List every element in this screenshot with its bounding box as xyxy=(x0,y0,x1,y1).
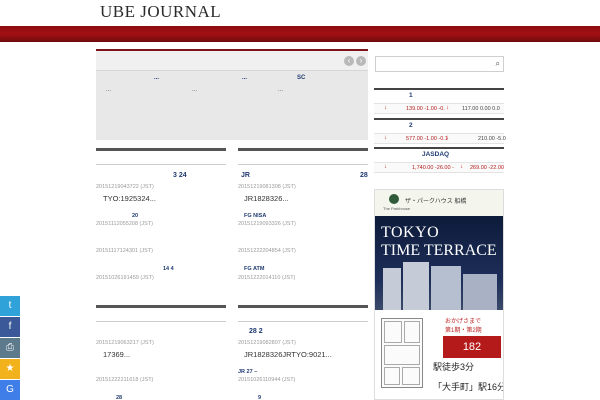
search-input[interactable]: ⌕ xyxy=(375,56,504,72)
article-title[interactable]: 9 xyxy=(258,395,261,400)
section-divider xyxy=(238,321,368,322)
ad-header: ザ・パークハウス 船橋 The Parkhouse xyxy=(375,190,503,216)
article-excerpt: JR1828326... xyxy=(244,194,289,203)
featured-slider[interactable]: ‹ › ... ... ... ... SC ... xyxy=(96,49,368,140)
advertisement-banner[interactable]: ザ・パークハウス 船橋 The Parkhouse TOKYO TIME TER… xyxy=(374,189,504,400)
article-title[interactable]: JR xyxy=(241,172,250,179)
article-date: 20151026110944 (JST) xyxy=(238,377,296,383)
down-arrow-icon: ↓ xyxy=(384,164,387,170)
ad-badge: おかげさまで xyxy=(445,319,482,325)
ad-walk-time: 駅徒歩3分 xyxy=(433,362,475,372)
article-date: 20151117124301 (JST) xyxy=(96,248,153,254)
market-row: ↓ 577.00 -1.00 -0.1 ↓ 210.00 -5.0 xyxy=(374,133,506,144)
article-date: 20151112055208 (JST) xyxy=(96,221,153,227)
brand-logo-icon xyxy=(389,194,399,204)
building-shape xyxy=(463,274,497,310)
header-band xyxy=(0,26,600,42)
article-excerpt: 17369... xyxy=(103,350,131,359)
market-rule xyxy=(374,147,504,149)
section-divider xyxy=(238,164,368,165)
ad-price: 182 xyxy=(443,336,501,358)
ad-brand: ザ・パークハウス 船橋 xyxy=(405,199,467,205)
floor-plan-image xyxy=(381,318,423,388)
market-value: 577.00 -1.00 -0.1 xyxy=(406,136,448,142)
slider-item-title[interactable]: SC xyxy=(297,75,305,81)
article-title[interactable]: 20 xyxy=(132,213,138,219)
market-value: 117.00 0.00 0.0 xyxy=(462,106,500,112)
market-rule xyxy=(374,118,504,120)
ad-brand-sub: The Parkhouse xyxy=(383,206,411,211)
slider-item-sub: ... xyxy=(278,87,284,93)
slider-next-button[interactable]: › xyxy=(356,56,366,66)
article-title-number[interactable]: 28 xyxy=(360,172,368,179)
ad-badge-2: 第1期・第2期 xyxy=(445,328,482,334)
building-shape xyxy=(383,268,401,310)
section-rule xyxy=(238,305,368,308)
market-row: ↓ 1,740.00 -26.00 - ↓ 269.00 -22.00 xyxy=(374,162,504,173)
down-arrow-icon: ↓ xyxy=(446,135,449,141)
google-icon[interactable]: G xyxy=(0,380,20,400)
ad-hero-image: TOKYO TIME TERRACE xyxy=(375,216,503,310)
article-date: 20151026191459 (JST) xyxy=(96,275,154,281)
ad-details: おかげさまで 第1期・第2期 182 駅徒歩3分 「大手町」駅16分 xyxy=(375,310,504,399)
slider-item-title[interactable]: ... xyxy=(154,75,159,81)
article-title[interactable]: 14 4 xyxy=(163,266,174,272)
down-arrow-icon: ↓ xyxy=(446,105,449,111)
article-date: 20151219093326 (JST) xyxy=(238,221,296,227)
market-rule xyxy=(374,88,504,90)
print-icon[interactable]: ⎙ xyxy=(0,338,20,358)
article-date: 20151219082807 (JST) xyxy=(238,340,296,346)
article-title[interactable]: 28 2 xyxy=(249,328,263,335)
section-divider xyxy=(96,321,226,322)
slider-item-sub: ... xyxy=(106,87,112,93)
ad-commute-time: 「大手町」駅16分 xyxy=(433,382,504,392)
article-excerpt: JR1828326JRTYO:9021... xyxy=(244,350,332,359)
down-arrow-icon: ↓ xyxy=(460,164,463,170)
section-rule xyxy=(238,148,368,151)
article-date: 20151222204854 (JST) xyxy=(238,248,296,254)
article-date: 20151222211618 (JST) xyxy=(96,377,154,383)
article-title[interactable]: FG NISA xyxy=(244,213,266,219)
article-title[interactable]: 3 24 xyxy=(173,172,187,179)
slider-item-sub: ... xyxy=(192,87,198,93)
building-shape xyxy=(403,262,429,310)
article-date: 20151219081308 (JST) xyxy=(238,184,296,190)
market-index-label: JASDAQ xyxy=(422,151,450,158)
market-value: 210.00 -5.0 xyxy=(478,136,506,142)
section-rule xyxy=(96,148,226,151)
market-row: ↓ 139.00 -1.00 -0. ↓ 117.00 0.00 0.0 xyxy=(374,103,504,114)
market-index-label: 1 xyxy=(409,92,413,99)
article-date: 20151219063217 (JST) xyxy=(96,340,154,346)
section-divider xyxy=(96,164,226,165)
facebook-icon[interactable]: f xyxy=(0,317,20,337)
slider-controls: ‹ › xyxy=(96,51,368,71)
article-date: 20151219043722 (JST) xyxy=(96,184,154,190)
article-title[interactable]: FG ATM xyxy=(244,266,264,272)
ad-headline-2: TIME TERRACE xyxy=(381,242,497,259)
market-value: 1,740.00 -26.00 - xyxy=(412,165,454,171)
down-arrow-icon: ↓ xyxy=(384,105,387,111)
article-excerpt: TYO:1925324... xyxy=(103,194,156,203)
article-title[interactable]: JR 27 – xyxy=(238,369,257,375)
twitter-icon[interactable]: t xyxy=(0,296,20,316)
article-title[interactable]: 28 xyxy=(116,395,122,400)
star-icon[interactable]: ★ xyxy=(0,359,20,379)
slider-item-title[interactable]: ... xyxy=(242,75,247,81)
building-shape xyxy=(431,266,461,310)
site-header: UBE JOURNAL xyxy=(0,0,600,26)
market-value: 269.00 -22.00 xyxy=(470,165,504,171)
site-logo[interactable]: UBE JOURNAL xyxy=(100,2,221,22)
market-index-label: 2 xyxy=(409,122,413,129)
section-rule xyxy=(96,305,226,308)
down-arrow-icon: ↓ xyxy=(384,135,387,141)
article-date: 20151222014110 (JST) xyxy=(238,275,296,281)
search-icon[interactable]: ⌕ xyxy=(496,59,500,69)
market-value: 139.00 -1.00 -0. xyxy=(406,106,445,112)
ad-headline: TOKYO xyxy=(381,224,440,241)
slider-prev-button[interactable]: ‹ xyxy=(344,56,354,66)
